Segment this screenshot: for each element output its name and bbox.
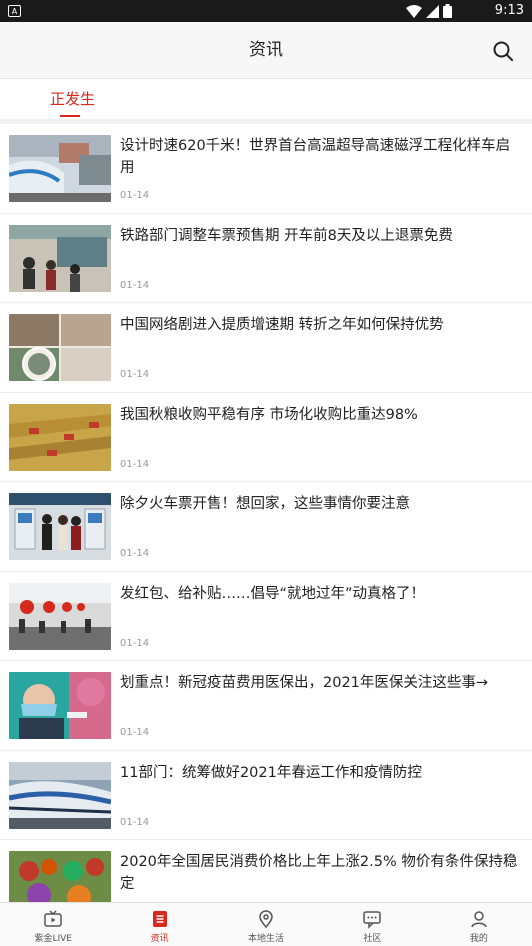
nav-item-zijin-live[interactable]: 紫金LIVE: [0, 903, 106, 946]
article-item[interactable]: 11部门：统筹做好2021年春运工作和疫情防控 01-14: [0, 751, 532, 840]
article-date: 01-14: [120, 190, 150, 201]
article-title: 铁路部门调整车票预售期 开车前8天及以上退票免费: [120, 227, 453, 244]
app-header: 资讯: [0, 22, 532, 79]
nav-label: 资讯: [150, 934, 169, 944]
article-thumbnail: [9, 851, 111, 902]
app-notification-icon: A: [8, 5, 21, 17]
article-item[interactable]: 设计时速620千米！世界首台高温超导高速磁浮工程化样车启用 01-14: [0, 124, 532, 214]
article-thumbnail: [9, 493, 111, 560]
category-tabs: 正发生: [0, 79, 532, 119]
article-thumbnail: [9, 582, 111, 650]
nav-label: 我的: [469, 934, 488, 944]
article-item[interactable]: 发红包、给补贴……倡导“就地过年”动真格了！ 01-14: [0, 572, 532, 661]
battery-icon: [443, 4, 452, 18]
nav-item-local-life[interactable]: 本地生活: [213, 903, 319, 946]
location-pin-icon: [259, 910, 273, 929]
article-item[interactable]: 除夕火车票开售！想回家，这些事情你要注意 01-14: [0, 482, 532, 572]
page-title: 资讯: [249, 40, 283, 60]
wifi-icon: [406, 4, 422, 18]
article-date: 01-14: [120, 369, 150, 380]
article-thumbnail: [9, 761, 111, 829]
bottom-navigation: 紫金LIVE 资讯 本地生活 社区 我的: [0, 902, 532, 946]
nav-label: 紫金LIVE: [34, 934, 72, 944]
nav-item-mine[interactable]: 我的: [426, 903, 532, 946]
article-date: 01-14: [120, 458, 150, 470]
article-date: 01-14: [120, 637, 150, 649]
status-icons: [406, 4, 452, 18]
article-title: 除夕火车票开售！想回家，这些事情你要注意: [120, 496, 410, 512]
tv-play-icon: [44, 910, 62, 927]
article-thumbnail: [9, 403, 111, 471]
article-title: 11部门：统筹做好2021年春运工作和疫情防控: [120, 764, 422, 781]
article-title: 我国秋粮收购平稳有序 市场化收购比重达98%: [120, 406, 418, 423]
article-thumbnail: [9, 672, 111, 739]
status-bar: A 9:13: [0, 0, 532, 22]
tab-active-indicator: [60, 115, 80, 117]
article-thumbnail: [9, 224, 111, 292]
article-title: 设计时速620千米！世界首台高温超导高速磁浮工程化样车启用: [120, 138, 511, 176]
person-icon: [471, 911, 487, 928]
search-icon[interactable]: [492, 40, 514, 62]
tab-zhengfasheng[interactable]: 正发生: [50, 88, 95, 109]
article-title: 划重点！新冠疫苗费用医保出，2021年医保关注这些事→: [120, 675, 489, 691]
article-thumbnail: [9, 135, 111, 202]
article-item[interactable]: 中国网络剧进入提质增速期 转折之年如何保持优势 01-14: [0, 303, 532, 393]
article-list: 设计时速620千米！世界首台高温超导高速磁浮工程化样车启用 01-14 铁路部门…: [0, 124, 532, 902]
article-thumbnail: [9, 314, 111, 381]
signal-icon: [426, 4, 439, 18]
article-date: 01-14: [120, 816, 150, 828]
article-title: 中国网络剧进入提质增速期 转折之年如何保持优势: [120, 317, 444, 333]
nav-item-news[interactable]: 资讯: [106, 903, 212, 946]
article-date: 01-14: [120, 548, 150, 559]
nav-label: 社区: [363, 934, 382, 944]
article-item[interactable]: 我国秋粮收购平稳有序 市场化收购比重达98% 01-14: [0, 393, 532, 482]
article-title: 发红包、给补贴……倡导“就地过年”动真格了！: [120, 585, 426, 602]
article-date: 01-14: [120, 279, 150, 291]
article-title: 2020年全国居民消费价格比上年上涨2.5% 物价有条件保持稳定: [120, 854, 518, 892]
article-item[interactable]: 2020年全国居民消费价格比上年上涨2.5% 物价有条件保持稳定: [0, 840, 532, 902]
news-list-icon: [152, 911, 167, 927]
article-item[interactable]: 划重点！新冠疫苗费用医保出，2021年医保关注这些事→ 01-14: [0, 661, 532, 751]
nav-label: 本地生活: [248, 934, 285, 944]
article-item[interactable]: 铁路部门调整车票预售期 开车前8天及以上退票免费 01-14: [0, 214, 532, 303]
status-time: 9:13: [494, 3, 524, 18]
nav-item-community[interactable]: 社区: [319, 903, 425, 946]
article-date: 01-14: [120, 727, 150, 738]
chat-bubble-icon: [363, 911, 382, 929]
